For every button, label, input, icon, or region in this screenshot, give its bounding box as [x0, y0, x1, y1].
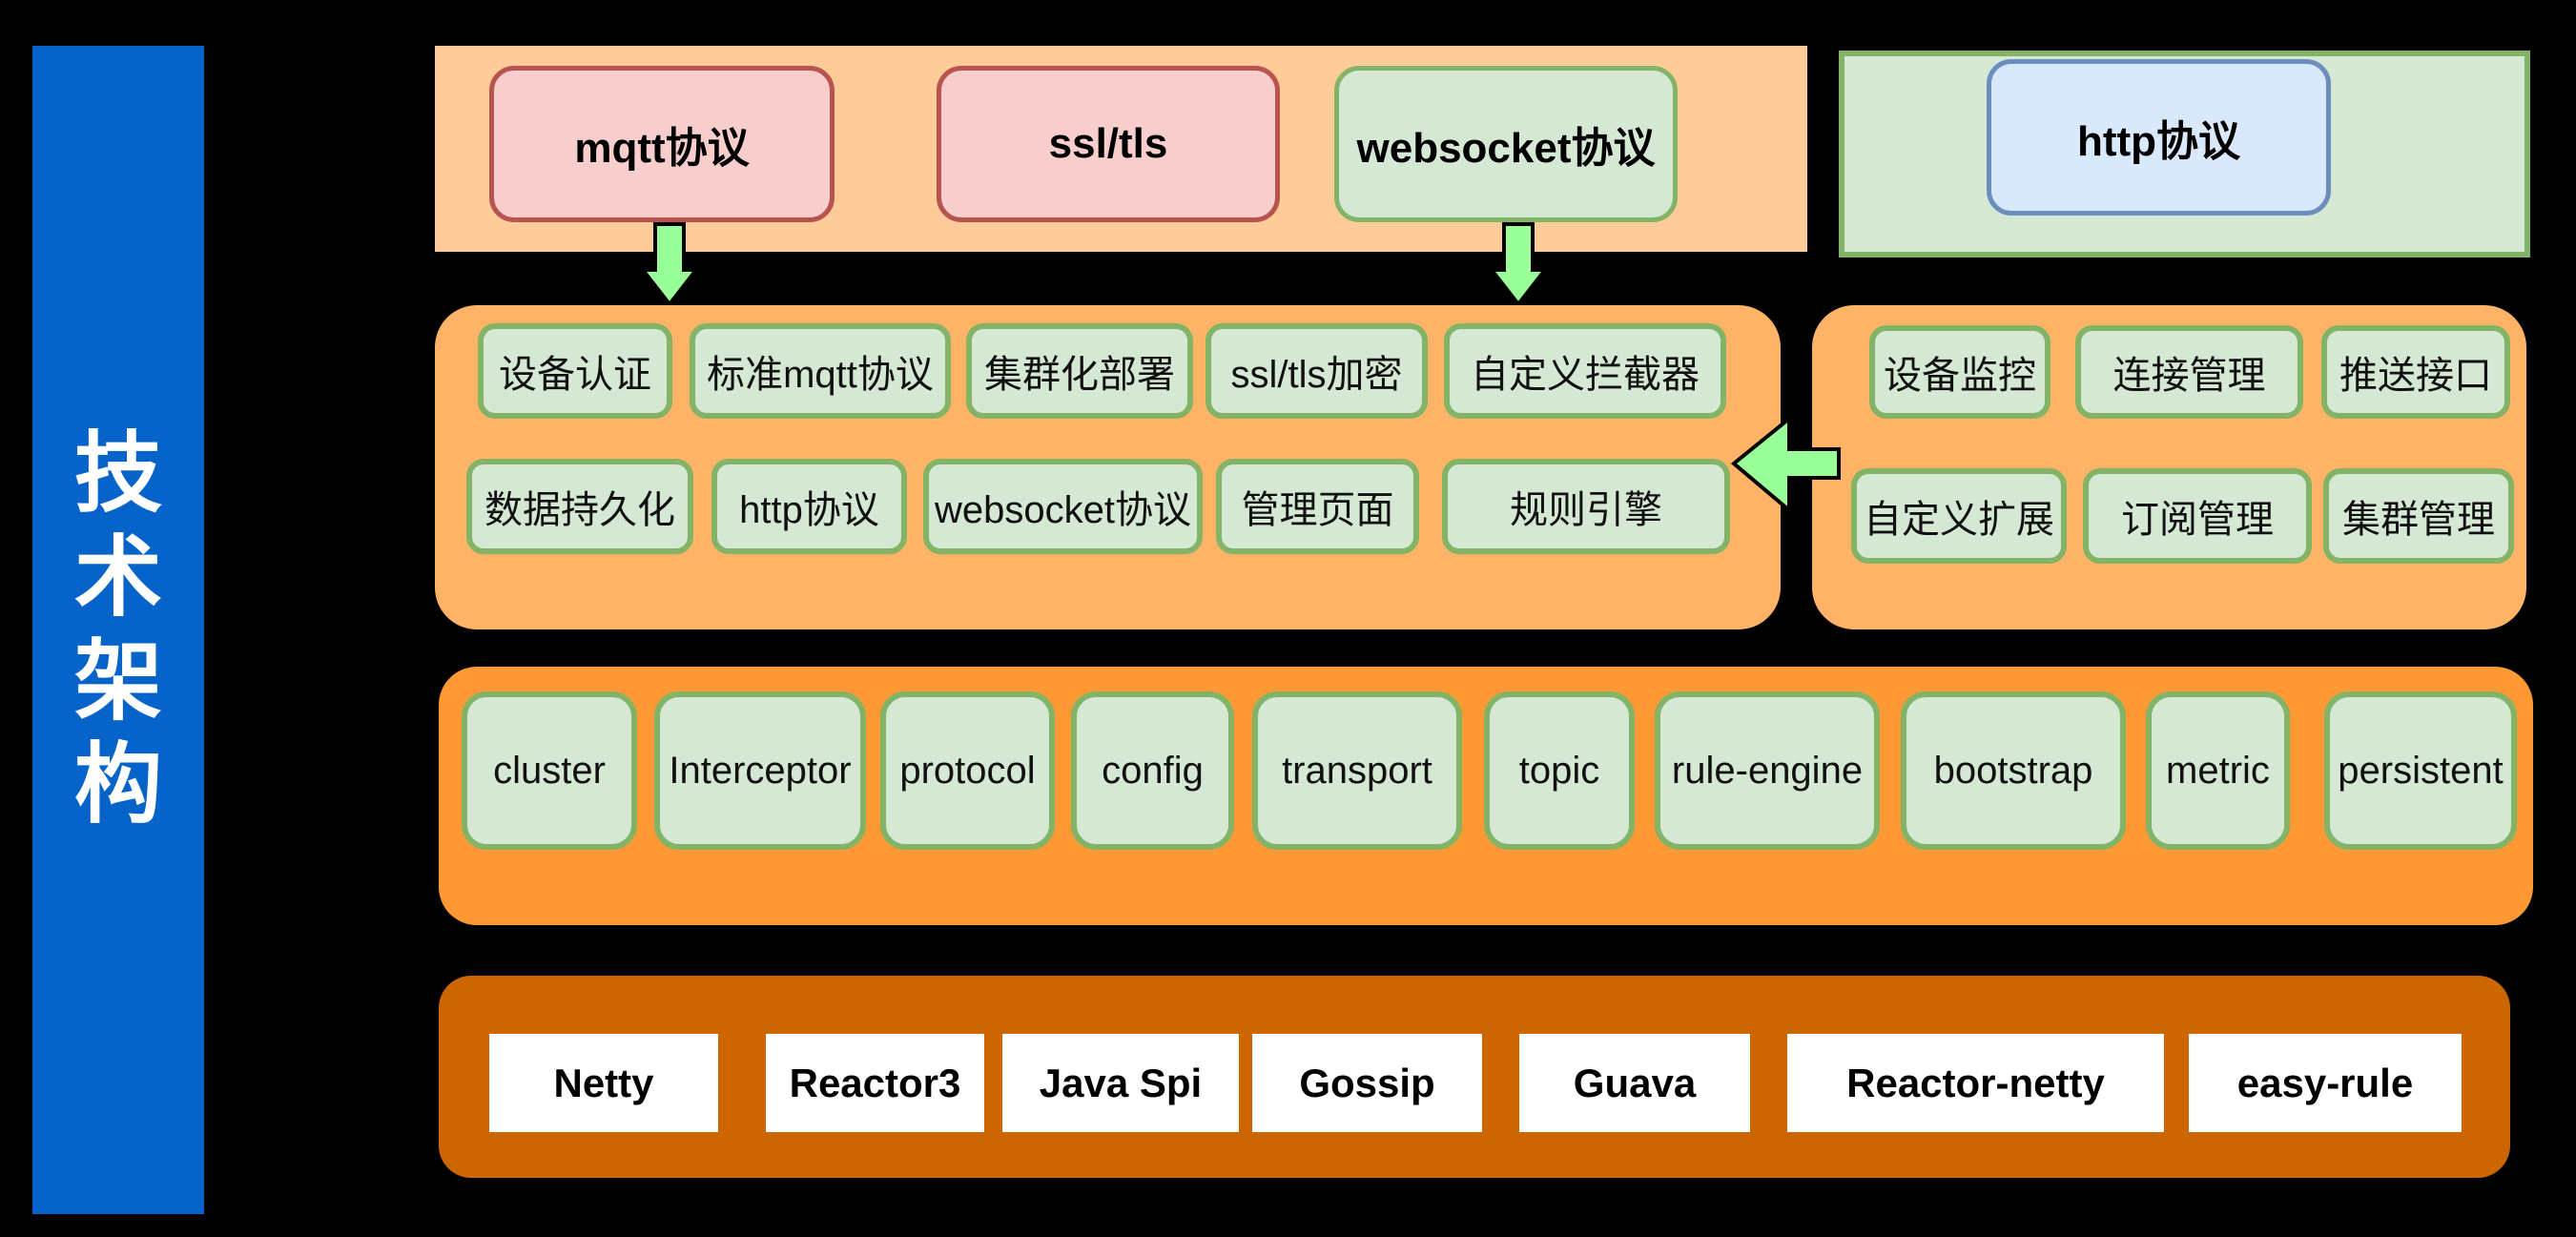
architecture-title-bar: 技 术 架 构 — [32, 46, 204, 1214]
module-box[interactable]: config — [1071, 691, 1234, 850]
http-protocol-box[interactable]: http协议 — [1987, 59, 2331, 216]
down-arrow-icon — [1487, 222, 1550, 308]
feature-chip[interactable]: 集群管理 — [2323, 468, 2514, 564]
title-char: 架 — [73, 632, 162, 731]
title-char: 技 — [73, 425, 162, 524]
library-box[interactable]: easy-rule — [2189, 1034, 2462, 1132]
feature-chip[interactable]: 设备认证 — [478, 323, 672, 419]
feature-chip[interactable]: 推送接口 — [2321, 325, 2510, 419]
feature-chip[interactable]: ssl/tls加密 — [1206, 323, 1428, 419]
title-char: 构 — [73, 736, 162, 835]
feature-chip[interactable]: 标准mqtt协议 — [690, 323, 951, 419]
module-box[interactable]: rule-engine — [1655, 691, 1880, 850]
feature-chip[interactable]: 自定义扩展 — [1851, 468, 2067, 564]
down-arrow-icon — [638, 222, 701, 308]
module-box[interactable]: cluster — [462, 691, 637, 850]
websocket-protocol-box[interactable]: websocket协议 — [1334, 66, 1678, 222]
title-char: 术 — [73, 528, 162, 627]
feature-chip[interactable]: 管理页面 — [1216, 459, 1419, 554]
mqtt-protocol-box[interactable]: mqtt协议 — [489, 66, 835, 222]
feature-chip[interactable]: websocket协议 — [923, 459, 1203, 554]
module-box[interactable]: Interceptor — [654, 691, 866, 850]
library-box[interactable]: Gossip — [1252, 1034, 1482, 1132]
library-box[interactable]: Netty — [489, 1034, 718, 1132]
left-arrow-icon — [1730, 414, 1841, 515]
feature-chip[interactable]: 数据持久化 — [466, 459, 693, 554]
feature-chip[interactable]: 设备监控 — [1869, 325, 2050, 419]
feature-chip[interactable]: 规则引擎 — [1442, 459, 1730, 554]
module-box[interactable]: transport — [1252, 691, 1462, 850]
feature-chip[interactable]: 订阅管理 — [2083, 468, 2312, 564]
module-box[interactable]: metric — [2146, 691, 2290, 850]
module-box[interactable]: persistent — [2324, 691, 2517, 850]
library-box[interactable]: Reactor3 — [766, 1034, 984, 1132]
feature-chip[interactable]: 集群化部署 — [966, 323, 1193, 419]
library-box[interactable]: Guava — [1519, 1034, 1750, 1132]
feature-chip[interactable]: 自定义拦截器 — [1444, 323, 1726, 419]
library-box[interactable]: Java Spi — [1002, 1034, 1239, 1132]
ssl-tls-box[interactable]: ssl/tls — [937, 66, 1280, 222]
module-box[interactable]: topic — [1484, 691, 1635, 850]
feature-chip[interactable]: http协议 — [711, 459, 907, 554]
module-box[interactable]: bootstrap — [1901, 691, 2126, 850]
module-box[interactable]: protocol — [880, 691, 1055, 850]
library-box[interactable]: Reactor-netty — [1787, 1034, 2164, 1132]
feature-chip[interactable]: 连接管理 — [2075, 325, 2303, 419]
